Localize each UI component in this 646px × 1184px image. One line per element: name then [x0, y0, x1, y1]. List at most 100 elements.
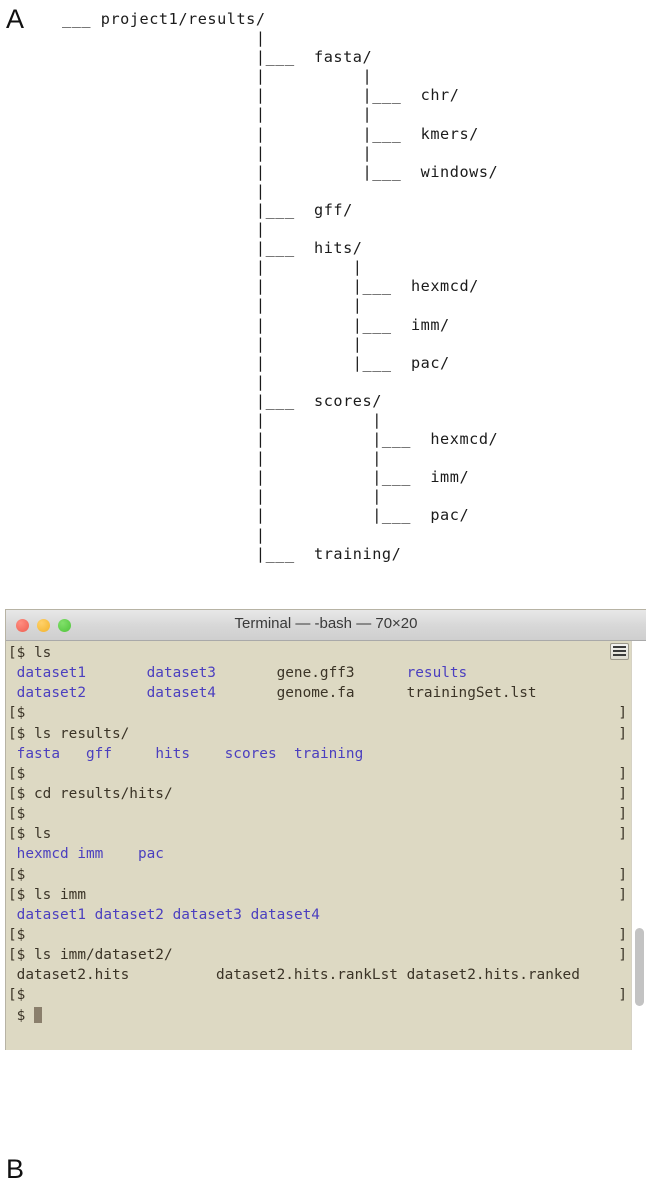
terminal-prompt-end-marker: ] [618, 806, 627, 823]
terminal-directory-entry: gff [86, 745, 112, 762]
terminal-prompt-line: [$ ls results/] [6, 724, 631, 744]
terminal-screen[interactable]: [$ ls] dataset1 dataset3 gene.gff3 resul… [6, 643, 631, 1026]
terminal-file-entry: gene.gff3 [276, 665, 355, 682]
terminal-command: ls imm/dataset2/ [34, 947, 173, 964]
terminal-output-gap [216, 665, 277, 681]
terminal-cursor [34, 1006, 43, 1023]
terminal-directory-entry: dataset3 [172, 906, 242, 923]
terminal-prompt: [$ [8, 826, 34, 843]
window-title: Terminal — -bash — 70×20 [234, 615, 418, 632]
terminal-prompt: [$ [8, 947, 34, 964]
terminal-prompt-end-marker: ] [618, 705, 627, 722]
terminal-prompt: [$ [8, 987, 34, 1004]
terminal-output-gap [164, 907, 173, 923]
terminal-prompt-line: [$ ls imm] [6, 885, 631, 905]
terminal-output-gap [8, 846, 17, 862]
terminal-output-gap [190, 746, 225, 762]
terminal-file-entry: dataset2.hits.rankLst [215, 967, 398, 984]
terminal-directory-entry: fasta [16, 745, 60, 762]
terminal-output-line: hexmcd imm pac [6, 844, 631, 864]
terminal-output-gap [8, 685, 17, 701]
terminal-command: ls [34, 645, 52, 661]
terminal-directory-entry: dataset1 [16, 906, 86, 923]
terminal-body[interactable]: [$ ls] dataset1 dataset3 gene.gff3 resul… [6, 641, 646, 1050]
terminal-directory-entry: imm [77, 846, 104, 863]
terminal-output-line: fasta gff hits scores training [6, 744, 631, 764]
terminal-prompt-end-marker: ] [618, 886, 627, 903]
terminal-directory-entry: pac [137, 846, 164, 863]
terminal-output-gap [86, 907, 95, 923]
terminal-directory-entry: hexmcd [16, 846, 69, 863]
terminal-output-gap [398, 967, 407, 983]
terminal-command: ls imm [34, 886, 86, 903]
terminal-output-gap [60, 746, 86, 762]
lines-icon-bar [613, 654, 626, 656]
terminal-prompt: [$ [8, 725, 34, 742]
lines-icon-bar [613, 650, 626, 652]
terminal-prompt: [$ [8, 765, 34, 782]
terminal-output-gap [355, 685, 407, 701]
terminal-prompt-end-marker: ] [618, 987, 627, 1004]
terminal-directory-entry: dataset1 [16, 665, 86, 682]
terminal-file-entry: dataset2.hits.ranked [406, 967, 580, 984]
terminal-output-gap [277, 746, 294, 762]
terminal-command: cd results/hits/ [34, 785, 173, 802]
terminal-output-line: dataset1 dataset2 dataset3 dataset4 [6, 905, 631, 925]
terminal-output-gap [86, 685, 147, 701]
terminal-prompt: [$ [8, 785, 34, 802]
terminal-directory-entry: results [406, 665, 468, 682]
terminal-directory-entry: scores [224, 745, 277, 762]
terminal-prompt-end-marker: ] [618, 725, 627, 742]
terminal-prompt: [$ [8, 705, 34, 722]
terminal-output-gap [355, 665, 407, 681]
terminal-window: Terminal — -bash — 70×20 [$ ls] dataset1… [5, 609, 646, 1050]
terminal-directory-entry: dataset4 [250, 906, 320, 923]
terminal-prompt-end-marker: ] [618, 826, 627, 843]
terminal-prompt: [$ [8, 645, 34, 661]
terminal-prompt-line: [$ ls] [6, 824, 631, 844]
terminal-scrollbar-thumb[interactable] [635, 928, 644, 1006]
lines-icon-bar [613, 646, 626, 648]
terminal-scrollbar[interactable] [631, 641, 646, 1050]
terminal-output-line: dataset2.hits dataset2.hits.rankLst data… [6, 965, 631, 985]
terminal-output-gap [8, 907, 17, 923]
terminal-prompt-line: [$ ls] [6, 643, 631, 663]
terminal-prompt: [$ [8, 886, 34, 903]
panel-b-terminal: B Terminal — -bash — 70×20 [$ ls] datase… [0, 578, 646, 1183]
terminal-command: ls [34, 826, 52, 843]
terminal-output-line: dataset2 dataset4 genome.fa trainingSet.… [6, 683, 631, 703]
terminal-output-gap [8, 665, 17, 681]
terminal-directory-entry: dataset2 [94, 906, 164, 923]
terminal-output-gap [86, 665, 147, 681]
terminal-output-line: dataset1 dataset3 gene.gff3 results [6, 663, 631, 683]
terminal-directory-entry: dataset4 [146, 685, 216, 702]
terminal-file-entry: dataset2.hits [16, 967, 130, 984]
terminal-output-gap [242, 907, 251, 923]
terminal-directory-entry: dataset2 [16, 685, 86, 702]
terminal-prompt-line: [$ ls imm/dataset2/] [6, 945, 631, 965]
terminal-output-gap [103, 846, 138, 862]
terminal-prompt-line: [$ cd results/hits/] [6, 784, 631, 804]
terminal-output-gap [112, 746, 155, 762]
terminal-directory-entry: hits [155, 745, 190, 762]
terminal-directory-entry: dataset3 [146, 665, 216, 682]
terminal-file-entry: genome.fa [276, 685, 355, 702]
terminal-output-gap [8, 967, 17, 983]
terminal-prompt-end-marker: ] [618, 947, 627, 964]
terminal-prompt: $ [8, 1007, 34, 1024]
terminal-prompt-line: [$ ] [6, 804, 631, 824]
directory-tree-ascii: ___ project1/results/ | |___ fasta/ | | … [62, 10, 499, 563]
terminal-output-gap [129, 967, 216, 983]
terminal-prompt-end-marker: ] [618, 785, 627, 802]
terminal-titlebar[interactable]: Terminal — -bash — 70×20 [6, 610, 646, 641]
terminal-prompt-end-marker: ] [618, 765, 627, 782]
lines-icon[interactable] [610, 643, 629, 660]
terminal-prompt-line: [$ ] [6, 703, 631, 723]
terminal-output-gap [8, 746, 17, 762]
terminal-prompt: [$ [8, 866, 34, 883]
terminal-prompt: [$ [8, 806, 34, 823]
terminal-prompt-end-marker: ] [618, 866, 627, 883]
terminal-prompt-line: [$ ] [6, 985, 631, 1005]
terminal-prompt-end-marker: ] [618, 926, 627, 943]
terminal-file-entry: trainingSet.lst [406, 685, 537, 702]
